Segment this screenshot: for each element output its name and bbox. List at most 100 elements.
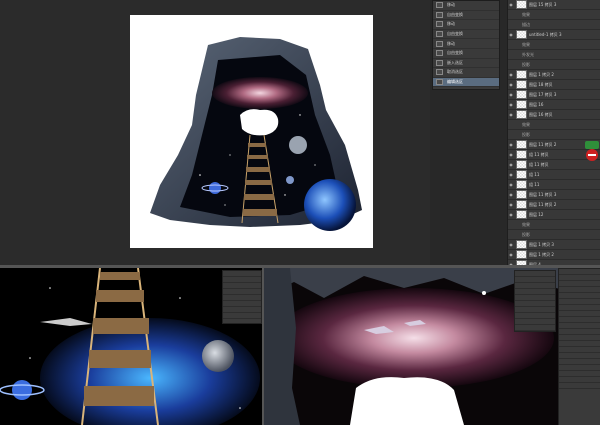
layer-label: 图层 12 xyxy=(529,211,544,217)
layer-effect-row[interactable]: 外发光 xyxy=(508,50,600,60)
layer-label: 图层 1 拷贝 3 xyxy=(529,241,554,247)
layer-thumbnail xyxy=(516,150,527,159)
layer-label: 图层 16 拷贝 xyxy=(529,111,553,117)
visibility-eye-icon[interactable]: ◉ xyxy=(508,252,514,257)
layer-thumbnail xyxy=(516,100,527,109)
layer-label: 图层 18 拷贝 xyxy=(529,81,553,87)
layer-thumbnail xyxy=(516,180,527,189)
layer-row[interactable]: ◉ 图层 17 拷贝 3 xyxy=(508,90,600,100)
layer-row[interactable]: ◉ 组 11 xyxy=(508,170,600,180)
layer-label: 投影 xyxy=(522,61,530,67)
layer-row[interactable]: ◉ 图层 15 拷贝 3 xyxy=(508,0,600,10)
history-item-label: 自由变换 xyxy=(447,31,463,37)
history-step-icon xyxy=(436,21,443,28)
layers-panel: ◉ 图层 15 拷贝 3 效果 描边 ◉ untitled-1 拷贝 3 效果 外发光 投影 ◉ 图… xyxy=(507,0,600,270)
layer-effect-row[interactable]: 效果 xyxy=(508,10,600,20)
layer-row[interactable]: ◉ 图层 1 拷贝 3 xyxy=(508,240,600,250)
history-panel: 移动 自由变换 移动 自由变换 移动 自由变换 嵌入选区 取消选区 编辑选区 xyxy=(432,0,500,90)
layer-label: 组 11 xyxy=(529,171,540,177)
visibility-eye-icon[interactable]: ◉ xyxy=(508,2,514,7)
history-item[interactable]: 嵌入选区 xyxy=(433,59,499,69)
layer-row[interactable]: ◉ 图层 11 拷贝 2 xyxy=(508,200,600,210)
history-item-label: 取消选区 xyxy=(447,69,463,75)
layer-effect-row[interactable]: 投影 xyxy=(508,60,600,70)
visibility-eye-icon[interactable]: ◉ xyxy=(508,182,514,187)
history-item[interactable]: 取消选区 xyxy=(433,68,499,78)
visibility-eye-icon[interactable]: ◉ xyxy=(508,172,514,177)
layer-effect-row[interactable]: 效果 xyxy=(508,40,600,50)
layer-row[interactable]: ◉ 图层 16 xyxy=(508,100,600,110)
history-item[interactable]: 自由变换 xyxy=(433,49,499,59)
history-step-icon xyxy=(436,79,443,86)
visibility-eye-icon[interactable]: ◉ xyxy=(508,92,514,97)
visibility-eye-icon[interactable]: ◉ xyxy=(508,212,514,217)
preview-window-right[interactable] xyxy=(264,268,600,425)
layer-thumbnail xyxy=(516,250,527,259)
visibility-eye-icon[interactable]: ◉ xyxy=(508,242,514,247)
layer-thumbnail xyxy=(516,190,527,199)
history-item-label: 自由变换 xyxy=(447,11,463,17)
layer-label: 描边 xyxy=(522,21,530,27)
history-step-icon xyxy=(436,59,443,66)
layer-label: 外发光 xyxy=(522,51,534,57)
layer-label: 效果 xyxy=(522,11,530,17)
layer-row[interactable]: ◉ 图层 11 拷贝 3 xyxy=(508,190,600,200)
visibility-eye-icon[interactable]: ◉ xyxy=(508,112,514,117)
layer-row[interactable]: ◉ 图层 16 拷贝 xyxy=(508,110,600,120)
layer-effect-row[interactable]: 投影 xyxy=(508,230,600,240)
history-item[interactable]: 移动 xyxy=(433,1,499,11)
artwork-space-hole xyxy=(150,37,362,231)
layer-effect-row[interactable]: 描边 xyxy=(508,20,600,30)
mini-panel xyxy=(222,270,262,324)
history-item-label: 移动 xyxy=(447,21,455,27)
layer-row[interactable]: ◉ untitled-1 拷贝 3 xyxy=(508,30,600,40)
history-step-icon xyxy=(436,11,443,18)
history-item[interactable]: 移动 xyxy=(433,39,499,49)
layer-label: 组 11 拷贝 xyxy=(529,161,549,167)
history-item-label: 移动 xyxy=(447,2,455,8)
layer-row[interactable]: ◉ 图层 1 拷贝 2 xyxy=(508,250,600,260)
visibility-eye-icon[interactable]: ◉ xyxy=(508,152,514,157)
history-item-label: 编辑选区 xyxy=(447,79,463,85)
layer-row[interactable]: ◉ 图层 12 xyxy=(508,210,600,220)
visibility-eye-icon[interactable]: ◉ xyxy=(508,102,514,107)
history-step-icon xyxy=(436,2,443,9)
layer-thumbnail xyxy=(516,240,527,249)
history-item-label: 移动 xyxy=(447,40,455,46)
visibility-eye-icon[interactable]: ◉ xyxy=(508,192,514,197)
layer-label: 图层 1 拷贝 2 xyxy=(529,251,554,257)
history-step-icon xyxy=(436,50,443,57)
layer-effect-row[interactable]: 效果 xyxy=(508,120,600,130)
history-item[interactable]: 自由变换 xyxy=(433,30,499,40)
layer-row[interactable]: ◉ 图层 1 拷贝 2 xyxy=(508,70,600,80)
preview-window-left[interactable] xyxy=(0,268,262,425)
main-canvas-area[interactable] xyxy=(0,0,430,265)
history-item[interactable]: 自由变换 xyxy=(433,11,499,21)
layer-label: 图层 15 拷贝 3 xyxy=(529,1,557,7)
layer-thumbnail xyxy=(516,140,527,149)
layer-thumbnail xyxy=(516,30,527,39)
history-item-active[interactable]: 编辑选区 xyxy=(433,77,499,88)
visibility-eye-icon[interactable]: ◉ xyxy=(508,142,514,147)
layer-thumbnail xyxy=(516,160,527,169)
layer-effect-row[interactable]: 投影 xyxy=(508,130,600,140)
visibility-eye-icon[interactable]: ◉ xyxy=(508,202,514,207)
layer-thumbnail xyxy=(516,200,527,209)
mini-layers-panel xyxy=(558,268,600,425)
visibility-eye-icon[interactable]: ◉ xyxy=(508,82,514,87)
layer-label: 效果 xyxy=(522,221,530,227)
layer-label: 效果 xyxy=(522,121,530,127)
visibility-eye-icon[interactable]: ◉ xyxy=(508,162,514,167)
layer-thumbnail xyxy=(516,170,527,179)
visibility-eye-icon[interactable]: ◉ xyxy=(508,72,514,77)
artboard[interactable] xyxy=(130,15,373,248)
layer-row[interactable]: ◉ 组 11 xyxy=(508,180,600,190)
layer-effect-row[interactable]: 效果 xyxy=(508,220,600,230)
history-step-icon xyxy=(436,31,443,38)
layer-thumbnail xyxy=(516,80,527,89)
history-item[interactable]: 移动 xyxy=(433,20,499,30)
layer-label: 图层 11 拷贝 2 xyxy=(529,201,557,207)
history-step-icon xyxy=(436,69,443,76)
layer-row[interactable]: ◉ 图层 18 拷贝 xyxy=(508,80,600,90)
visibility-eye-icon[interactable]: ◉ xyxy=(508,32,514,37)
